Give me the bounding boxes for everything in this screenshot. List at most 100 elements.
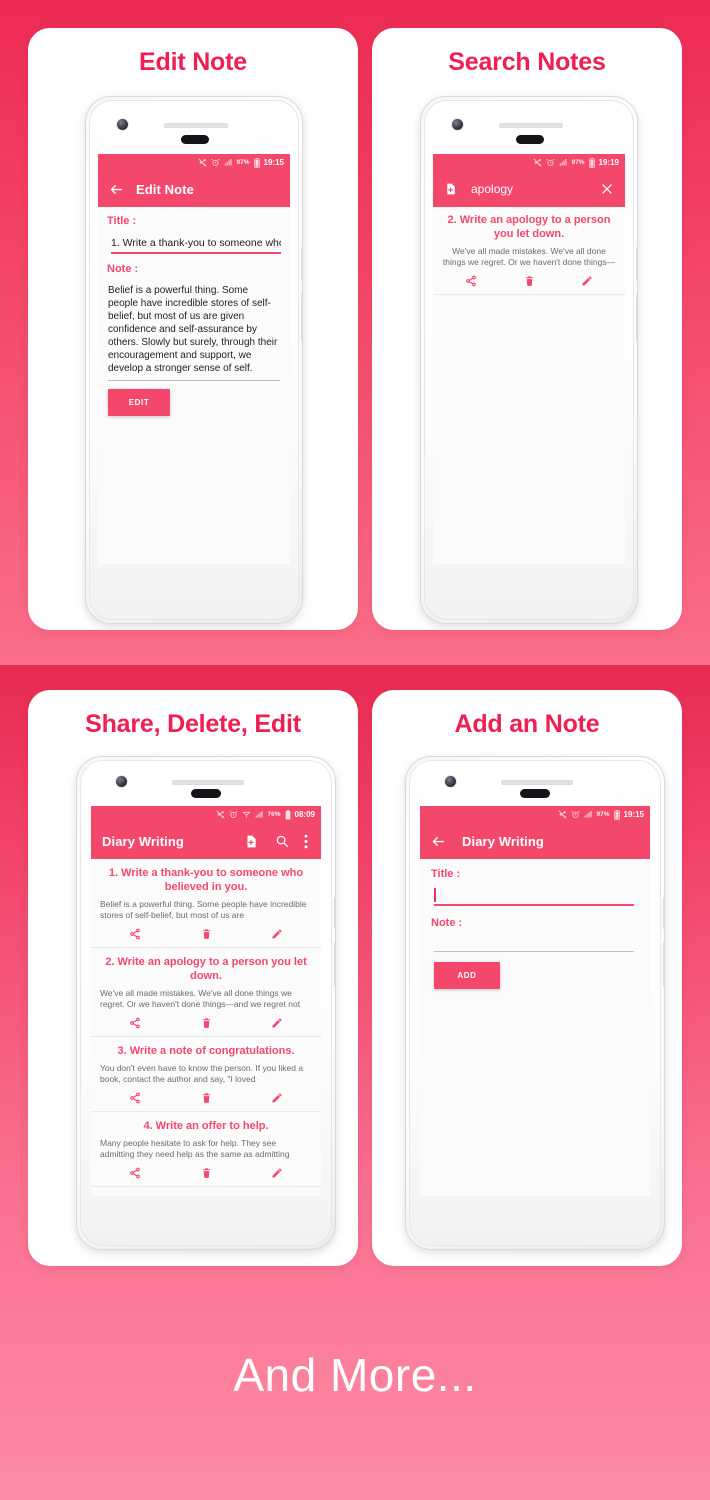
share-button[interactable] bbox=[100, 928, 171, 940]
volume-button[interactable] bbox=[334, 941, 335, 987]
note-title: 2. Write an apology to a person you let … bbox=[105, 956, 307, 982]
search-icon[interactable] bbox=[275, 834, 289, 848]
note-action-row bbox=[100, 1010, 312, 1036]
earpiece-grille bbox=[499, 123, 563, 128]
share-off-icon bbox=[558, 810, 567, 819]
share-icon bbox=[130, 1017, 141, 1029]
share-off-icon bbox=[216, 810, 225, 819]
poster: Edit Note 97% 19:15 Edit Note Title: 1.… bbox=[0, 0, 710, 1500]
edit-button[interactable]: EDIT bbox=[108, 388, 170, 416]
app-bar: Diary Writing bbox=[420, 823, 650, 859]
arrow-left-icon[interactable] bbox=[431, 834, 446, 849]
note-body: Many people hesitate to ask for help. Th… bbox=[100, 1138, 290, 1159]
front-camera-icon bbox=[444, 775, 457, 788]
panel-title-edit-note: Edit Note bbox=[139, 48, 247, 76]
share-button[interactable] bbox=[100, 1017, 171, 1029]
power-button[interactable] bbox=[301, 247, 302, 281]
edit-button[interactable] bbox=[241, 1092, 312, 1104]
phone-mockup-list: 76% 08:09 Diary Writing 1. Write a thank… bbox=[76, 756, 336, 1250]
speaker-slot bbox=[516, 135, 544, 144]
edit-note-form: Title : 1. Write a thank-you to someone … bbox=[98, 207, 290, 564]
wifi-off-icon bbox=[242, 811, 250, 818]
status-bar: 76% 08:09 bbox=[91, 806, 321, 823]
power-button[interactable] bbox=[636, 247, 637, 281]
delete-button[interactable] bbox=[500, 275, 558, 287]
panel-add-note: Add an Note 97% 19:15 Diary Writing Titl… bbox=[372, 690, 682, 1266]
phone-screen-note-list: 76% 08:09 Diary Writing 1. Write a thank… bbox=[91, 806, 321, 1196]
alarm-icon bbox=[229, 810, 238, 818]
note-title: 3. Write a note of congratulations. bbox=[117, 1045, 295, 1057]
speaker-slot bbox=[520, 789, 550, 798]
edit-button[interactable] bbox=[241, 1017, 312, 1029]
delete-icon bbox=[202, 1093, 210, 1103]
share-icon bbox=[130, 1167, 141, 1179]
earpiece-grille bbox=[501, 780, 573, 785]
delete-button[interactable] bbox=[171, 1017, 242, 1029]
delete-button[interactable] bbox=[171, 1167, 242, 1179]
speaker-slot bbox=[181, 135, 209, 144]
note-input[interactable]: Belief is a powerful thing. Some people … bbox=[108, 284, 280, 375]
battery-icon bbox=[588, 157, 595, 168]
add-note-form: Title : Note : ADD bbox=[420, 859, 650, 1196]
note-title: 1. Write a thank-you to someone who beli… bbox=[108, 867, 304, 893]
signal-icon bbox=[584, 811, 592, 818]
app-bar: Diary Writing bbox=[91, 823, 321, 859]
note-title: 2. Write an apology to a person you let … bbox=[447, 214, 611, 240]
share-button[interactable] bbox=[100, 1092, 171, 1104]
text-caret bbox=[434, 888, 436, 902]
search-result-item[interactable]: 2. Write an apology to a person you let … bbox=[433, 207, 625, 295]
status-bar: 97% 19:19 bbox=[433, 154, 625, 171]
battery-percent: 97% bbox=[596, 811, 610, 818]
note-list: 1. Write a thank-you to someone who beli… bbox=[91, 859, 321, 1196]
status-clock: 08:09 bbox=[294, 809, 315, 819]
note-file-icon[interactable] bbox=[444, 182, 457, 196]
power-button[interactable] bbox=[663, 897, 664, 929]
speaker-slot bbox=[191, 789, 221, 798]
note-action-row bbox=[442, 268, 616, 294]
search-input[interactable]: apology bbox=[471, 182, 513, 196]
search-results: 2. Write an apology to a person you let … bbox=[433, 207, 625, 564]
edit-button[interactable] bbox=[558, 275, 616, 287]
edit-icon bbox=[582, 276, 592, 286]
edit-button[interactable] bbox=[241, 928, 312, 940]
phone-mockup-edit-note: 97% 19:15 Edit Note Title : 1. Write a t… bbox=[85, 96, 303, 624]
signal-icon bbox=[559, 159, 567, 166]
add-button[interactable]: ADD bbox=[434, 961, 500, 989]
power-button[interactable] bbox=[334, 897, 335, 929]
battery-percent: 97% bbox=[236, 159, 250, 166]
close-icon[interactable] bbox=[600, 182, 614, 196]
delete-icon bbox=[202, 1018, 210, 1028]
delete-button[interactable] bbox=[171, 928, 242, 940]
add-note-icon[interactable] bbox=[244, 834, 258, 849]
edit-button[interactable] bbox=[241, 1167, 312, 1179]
volume-button[interactable] bbox=[636, 293, 637, 341]
delete-button[interactable] bbox=[171, 1092, 242, 1104]
phone-screen-edit-note: 97% 19:15 Edit Note Title : 1. Write a t… bbox=[98, 154, 290, 564]
volume-button[interactable] bbox=[301, 293, 302, 341]
app-bar-title: Diary Writing bbox=[462, 833, 544, 849]
app-bar: Edit Note bbox=[98, 171, 290, 207]
volume-button[interactable] bbox=[663, 941, 664, 987]
share-button[interactable] bbox=[100, 1167, 171, 1179]
edit-icon bbox=[272, 1093, 282, 1103]
note-list-item[interactable]: 2. Write an apology to a person you let … bbox=[91, 948, 321, 1037]
note-list-item[interactable]: 3. Write a note of congratulations. You … bbox=[91, 1037, 321, 1112]
signal-icon bbox=[224, 159, 232, 166]
title-input[interactable] bbox=[434, 888, 634, 902]
share-icon bbox=[466, 275, 476, 287]
panel-share-delete-edit: Share, Delete, Edit 76% 08:09 Diary Writ… bbox=[28, 690, 358, 1266]
earpiece-grille bbox=[172, 780, 244, 785]
note-action-row bbox=[100, 921, 312, 947]
arrow-left-icon[interactable] bbox=[109, 182, 124, 197]
note-list-item[interactable]: 1. Write a thank-you to someone who beli… bbox=[91, 859, 321, 948]
panel-title-share-delete-edit: Share, Delete, Edit bbox=[85, 710, 301, 738]
app-bar-title: Edit Note bbox=[136, 181, 194, 197]
more-vert-icon[interactable] bbox=[304, 834, 308, 849]
share-button[interactable] bbox=[442, 275, 500, 287]
note-action-row bbox=[100, 1160, 312, 1186]
note-body: We've all made mistakes. We've all done … bbox=[442, 246, 616, 267]
note-list-item[interactable]: 4. Write an offer to help. Many people h… bbox=[91, 1112, 321, 1187]
front-camera-icon bbox=[116, 118, 129, 131]
phone-mockup-add-note: 97% 19:15 Diary Writing Title : Note : A… bbox=[405, 756, 665, 1250]
title-input[interactable]: 1. Write a thank-you to someone who beli… bbox=[111, 237, 281, 249]
